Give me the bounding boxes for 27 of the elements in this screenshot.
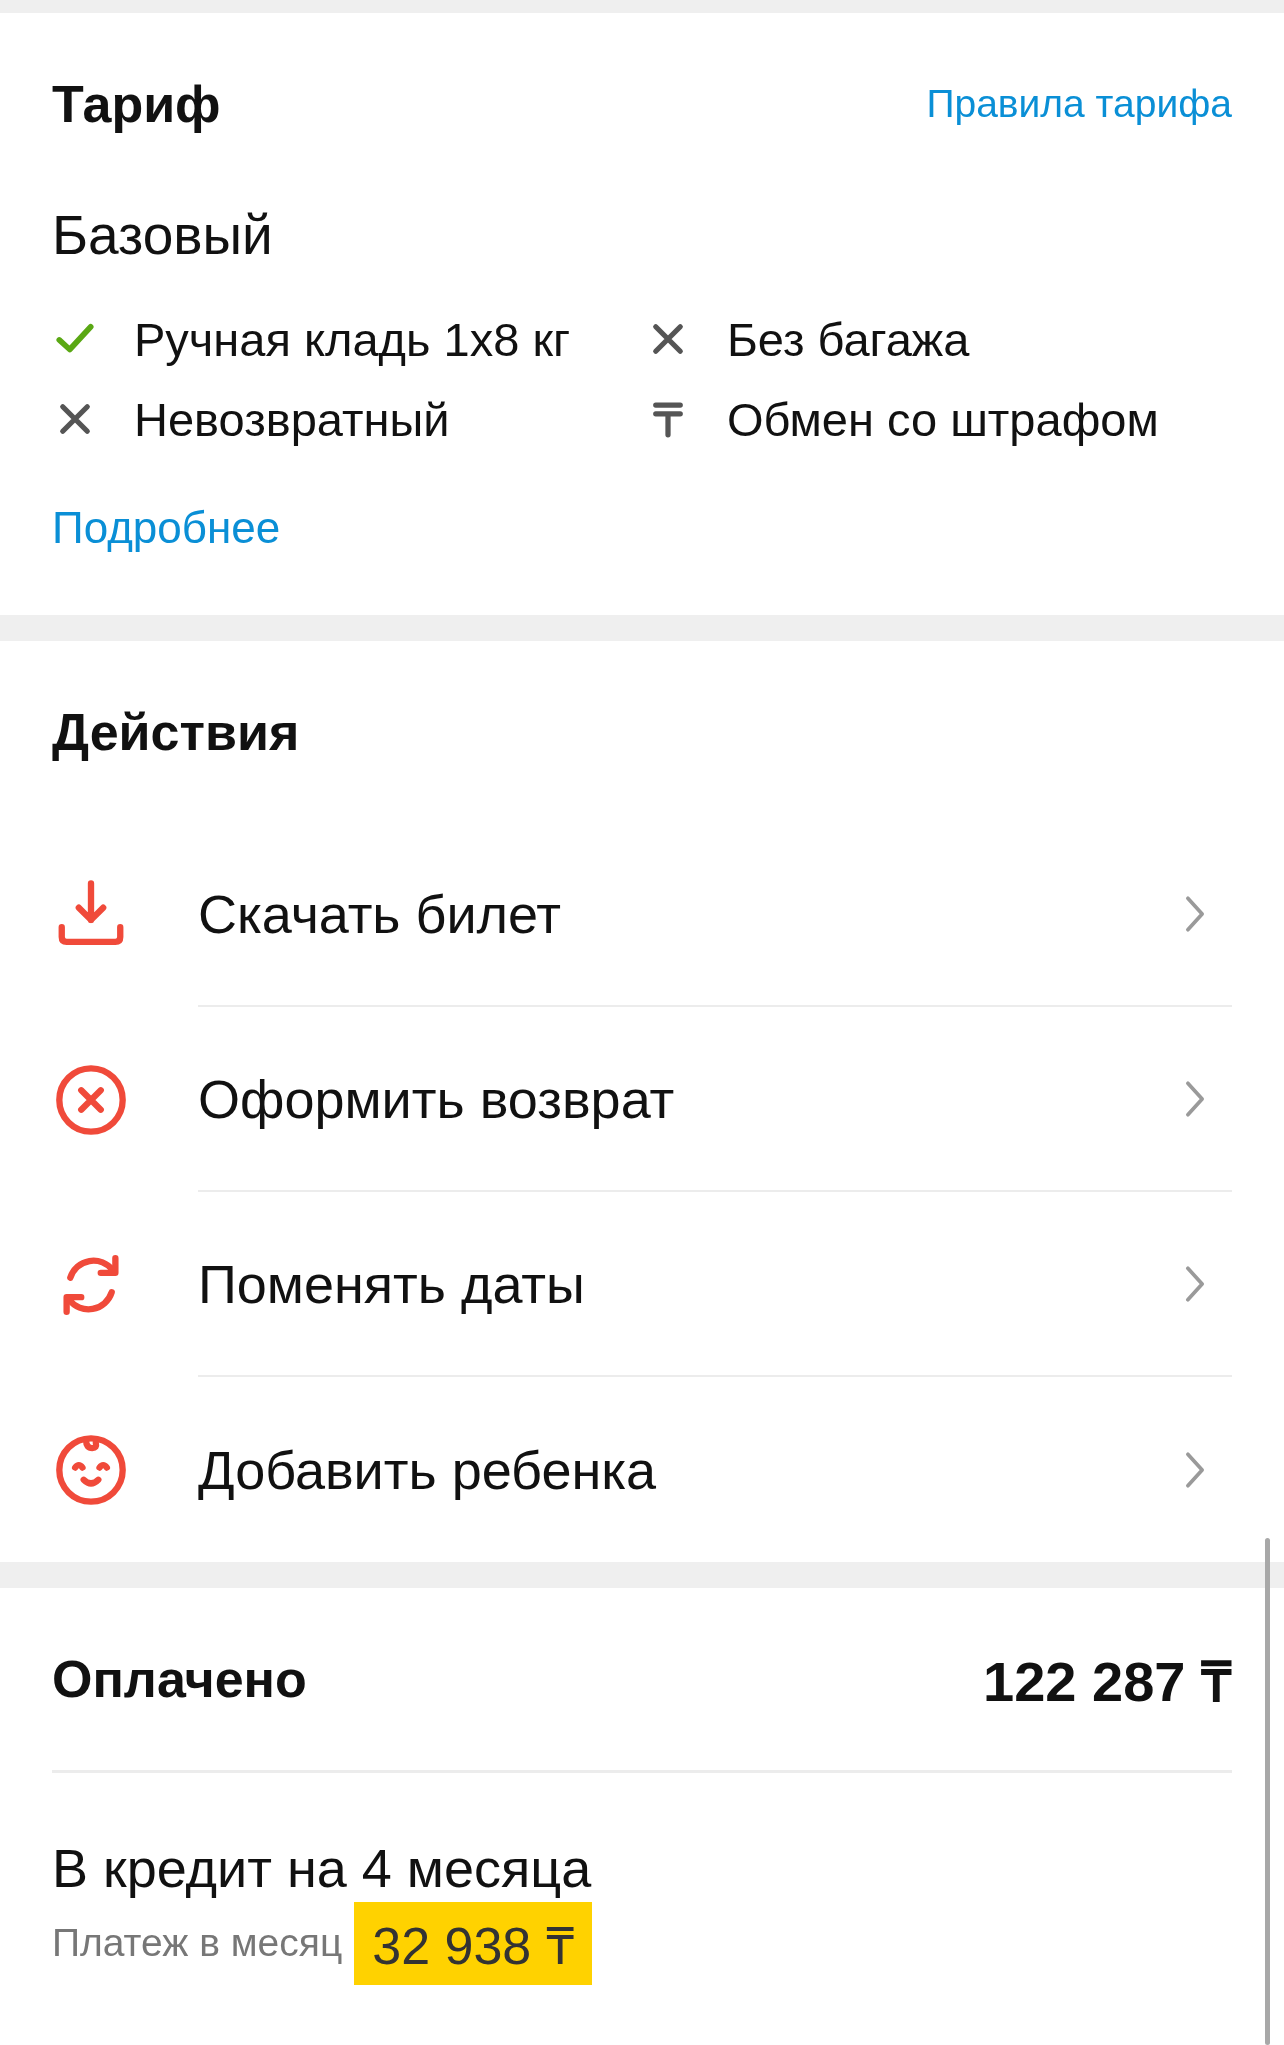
section-title: Действия — [52, 701, 300, 762]
section-title: Тариф — [52, 74, 221, 134]
chevron-right-icon — [1183, 1078, 1207, 1119]
monthly-payment-amount: 32 938 ₸ — [354, 1901, 592, 1985]
section-title: Оплачено — [52, 1649, 307, 1709]
action-label: Добавить ребенка — [198, 1438, 657, 1501]
action-label: Оформить возврат — [198, 1067, 675, 1130]
action-label: Скачать билет — [198, 882, 562, 945]
feature-text: Обмен со штрафом — [727, 391, 1159, 447]
credit-title: В кредит на 4 месяца — [52, 1837, 593, 1900]
chevron-right-icon — [1183, 893, 1207, 934]
chevron-right-icon — [1183, 1449, 1207, 1490]
feature-text: Без багажа — [727, 311, 970, 367]
action-item[interactable]: Поменять даты — [52, 1192, 1232, 1377]
scrollbar[interactable] — [1265, 1538, 1270, 2045]
feature-text: Ручная кладь 1x8 кг — [134, 311, 571, 367]
action-item[interactable]: Скачать билет — [52, 822, 1232, 1007]
action-label: Поменять даты — [198, 1252, 585, 1315]
tariff-rules-link[interactable]: Правила тарифа — [926, 82, 1232, 126]
paid-amount: 122 287 ₸ — [983, 1649, 1232, 1715]
monthly-payment-label: Платеж в месяц — [52, 1921, 343, 1965]
action-item[interactable]: Добавить ребенка — [52, 1377, 1232, 1562]
action-item[interactable]: Оформить возврат — [52, 1007, 1232, 1192]
chevron-right-icon — [1183, 1263, 1207, 1304]
details-link[interactable]: Подробнее — [52, 503, 281, 553]
tariff-name: Базовый — [52, 203, 274, 268]
feature-text: Невозвратный — [134, 391, 450, 447]
